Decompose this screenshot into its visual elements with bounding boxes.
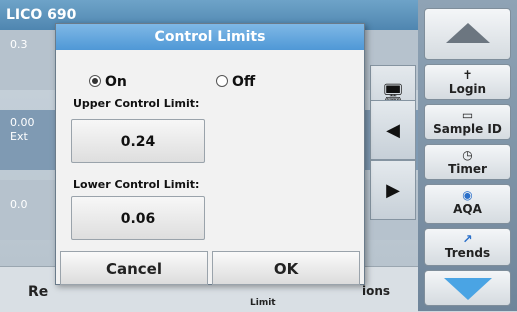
login-button[interactable]: ✝ Login: [424, 64, 511, 100]
arrow-up-icon: [445, 23, 490, 43]
bottom-left-text: Re: [28, 284, 49, 300]
option-on-label: On: [105, 74, 127, 90]
timer-button[interactable]: ◷ Timer: [424, 144, 511, 180]
lower-limit-field[interactable]: 0.06: [71, 196, 205, 240]
option-off-label: Off: [232, 74, 256, 90]
login-label: Login: [448, 82, 487, 96]
chart-icon: ↗: [462, 232, 473, 246]
sample-id-button[interactable]: ▭ Sample ID: [424, 104, 511, 140]
scroll-up-button[interactable]: [424, 8, 511, 60]
option-off[interactable]: Off: [216, 74, 255, 90]
bg-value: Ext: [10, 130, 28, 143]
aqa-label: AQA: [453, 202, 482, 216]
arrow-right-icon[interactable]: ▶: [370, 160, 416, 220]
lower-limit-label: Lower Control Limit:: [73, 178, 200, 191]
arrow-left-icon[interactable]: ◀: [370, 100, 416, 160]
trends-button[interactable]: ↗ Trends: [424, 228, 511, 266]
option-on[interactable]: On: [89, 74, 127, 90]
ok-button[interactable]: OK: [212, 251, 360, 285]
trends-label: Trends: [444, 246, 491, 260]
screen: LICO 690 0.3 0.00 Ext 0.0 Re Limit ions …: [0, 0, 517, 312]
upper-limit-field[interactable]: 0.24: [71, 119, 205, 163]
arrow-down-icon: [443, 278, 492, 300]
cancel-button[interactable]: Cancel: [60, 251, 208, 285]
right-panel: ✝ Login ▭ Sample ID ◷ Timer ◉ AQA ↗ Tren…: [418, 0, 517, 311]
bg-value: 0.00: [10, 116, 35, 129]
upper-limit-label: Upper Control Limit:: [73, 97, 200, 110]
bottom-right-text: ions: [362, 284, 391, 298]
timer-label: Timer: [448, 162, 487, 176]
bg-value: 0.0: [10, 198, 28, 211]
dialog-title: Control Limits: [56, 24, 364, 50]
radio-checked-icon: [89, 75, 101, 87]
radio-unchecked-icon: [216, 75, 228, 87]
person-icon: ✝: [462, 68, 473, 82]
aqa-button[interactable]: ◉ AQA: [424, 184, 511, 224]
vial-icon: ▭: [461, 108, 474, 122]
aqa-icon: ◉: [462, 188, 473, 202]
bottom-mid-text: Limit: [250, 298, 276, 308]
bg-value: 0.3: [10, 38, 28, 51]
scroll-down-button[interactable]: [424, 270, 511, 306]
sample-id-label: Sample ID: [433, 122, 502, 136]
control-limits-dialog: Control Limits On Off Upper Control Limi…: [55, 23, 365, 285]
timer-icon: ◷: [462, 148, 473, 162]
